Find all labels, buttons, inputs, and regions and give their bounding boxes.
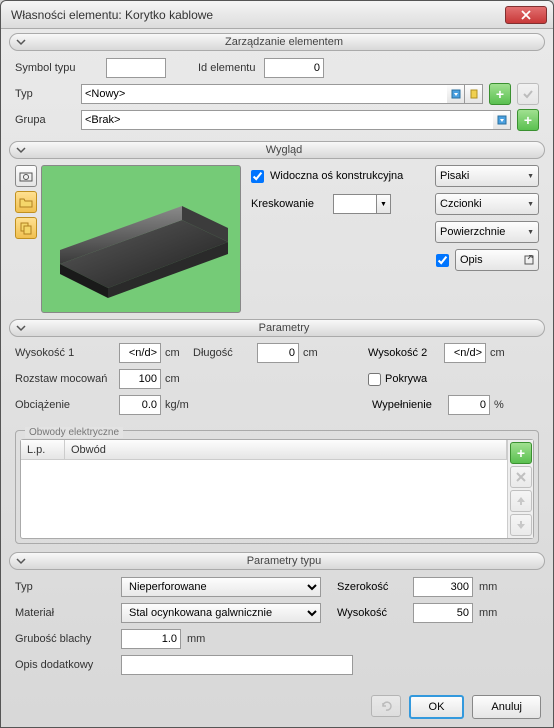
group-label: Grupa xyxy=(15,114,75,126)
delete-icon xyxy=(515,471,527,483)
table-header-circuit: Obwód xyxy=(65,440,507,459)
section-title: Parametry xyxy=(28,322,540,334)
close-icon xyxy=(521,10,531,20)
pens-button[interactable]: Pisaki▼ xyxy=(435,165,539,187)
length-unit: cm xyxy=(303,347,327,359)
mount-spacing-input[interactable] xyxy=(119,369,161,389)
chevron-down-icon xyxy=(14,143,28,157)
ok-button[interactable]: OK xyxy=(409,695,465,719)
visible-axis-checkbox[interactable] xyxy=(251,170,264,183)
tp-width-input[interactable] xyxy=(413,577,473,597)
type-dropdown-button[interactable] xyxy=(447,84,465,104)
arrow-down-icon xyxy=(516,520,526,530)
tp-height-unit: mm xyxy=(479,607,503,619)
id-label: Id elementu xyxy=(198,62,258,74)
type-params-header[interactable]: Parametry typu xyxy=(9,552,545,570)
parameters-header[interactable]: Parametry xyxy=(9,319,545,337)
circuits-legend: Obwody elektryczne xyxy=(25,427,123,438)
height1-unit: cm xyxy=(165,347,189,359)
tp-extra-desc-label: Opis dodatkowy xyxy=(15,659,115,671)
description-button[interactable]: Opis xyxy=(455,249,539,271)
external-icon xyxy=(524,255,534,265)
arrow-up-icon xyxy=(516,496,526,506)
hatching-combo[interactable]: ▼ xyxy=(333,194,391,214)
id-input xyxy=(264,58,324,78)
view-mode-camera-button[interactable] xyxy=(15,165,37,187)
description-checkbox[interactable] xyxy=(436,254,449,267)
section-title: Zarządzanie elementem xyxy=(28,36,540,48)
group-dropdown-button[interactable] xyxy=(493,110,511,130)
load-input[interactable] xyxy=(119,395,161,415)
hatching-label: Kreskowanie xyxy=(251,198,327,210)
tp-thickness-label: Grubość blachy xyxy=(15,633,115,645)
tp-width-label: Szerokość xyxy=(337,581,407,593)
tp-thickness-unit: mm xyxy=(187,633,211,645)
group-combo[interactable] xyxy=(81,110,493,130)
fill-label: Wypełnienie xyxy=(372,399,444,411)
height2-input[interactable] xyxy=(444,343,486,363)
folder-icon xyxy=(19,195,33,209)
cover-checkbox[interactable] xyxy=(368,373,381,386)
type-combo[interactable] xyxy=(81,84,447,104)
copy-icon xyxy=(19,221,33,235)
tp-extra-desc-input[interactable] xyxy=(121,655,353,675)
load-unit: kg/m xyxy=(165,399,197,411)
section-title: Parametry typu xyxy=(28,555,540,567)
window-title: Własności elementu: Korytko kablowe xyxy=(7,8,505,22)
mount-spacing-label: Rozstaw mocowań xyxy=(15,373,115,385)
management-header[interactable]: Zarządzanie elementem xyxy=(9,33,545,51)
tp-thickness-input[interactable] xyxy=(121,629,181,649)
cancel-button[interactable]: Anuluj xyxy=(472,695,541,719)
type-edit-button[interactable] xyxy=(465,84,483,104)
surfaces-button[interactable]: Powierzchnie▼ xyxy=(435,221,539,243)
circuit-move-up-button xyxy=(510,490,532,512)
table-header-lp: L.p. xyxy=(21,440,65,459)
tp-material-label: Materiał xyxy=(15,607,115,619)
section-title: Wygląd xyxy=(28,144,540,156)
height1-label: Wysokość 1 xyxy=(15,347,115,359)
tp-type-select[interactable]: Nieperforowane xyxy=(121,577,321,597)
load-label: Obciążenie xyxy=(15,399,115,411)
visible-axis-label: Widoczna oś konstrukcyjna xyxy=(270,170,403,182)
circuit-delete-button xyxy=(510,466,532,488)
tp-width-unit: mm xyxy=(479,581,503,593)
cover-label: Pokrywa xyxy=(385,373,427,385)
length-label: Długość xyxy=(193,347,253,359)
fonts-button[interactable]: Czcionki▼ xyxy=(435,193,539,215)
group-add-button[interactable]: + xyxy=(517,109,539,131)
symbol-type-label: Symbol typu xyxy=(15,62,100,74)
chevron-down-icon xyxy=(14,321,28,335)
height1-input[interactable] xyxy=(119,343,161,363)
type-add-button[interactable]: + xyxy=(489,83,511,105)
circuit-move-down-button xyxy=(510,514,532,536)
circuit-add-button[interactable]: + xyxy=(510,442,532,464)
fill-input[interactable] xyxy=(448,395,490,415)
appearance-header[interactable]: Wygląd xyxy=(9,141,545,159)
height2-label: Wysokość 2 xyxy=(368,347,440,359)
preview-3d xyxy=(41,165,241,313)
tp-type-label: Typ xyxy=(15,581,115,593)
tp-height-label: Wysokość xyxy=(337,607,407,619)
chevron-down-icon xyxy=(14,554,28,568)
tp-material-select[interactable]: Stal ocynkowana galwnicznie xyxy=(121,603,321,623)
type-label: Typ xyxy=(15,88,75,100)
undo-button xyxy=(371,695,401,717)
circuits-table-body xyxy=(21,460,507,538)
chevron-down-icon xyxy=(14,35,28,49)
view-mode-folder-button[interactable] xyxy=(15,191,37,213)
mount-spacing-unit: cm xyxy=(165,373,189,385)
tp-height-input[interactable] xyxy=(413,603,473,623)
undo-icon xyxy=(379,699,393,713)
view-mode-copy-button[interactable] xyxy=(15,217,37,239)
symbol-type-input[interactable] xyxy=(106,58,166,78)
type-confirm-button xyxy=(517,83,539,105)
fill-unit: % xyxy=(494,399,518,411)
close-button[interactable] xyxy=(505,6,547,24)
camera-icon xyxy=(19,169,33,183)
length-input[interactable] xyxy=(257,343,299,363)
height2-unit: cm xyxy=(490,347,514,359)
